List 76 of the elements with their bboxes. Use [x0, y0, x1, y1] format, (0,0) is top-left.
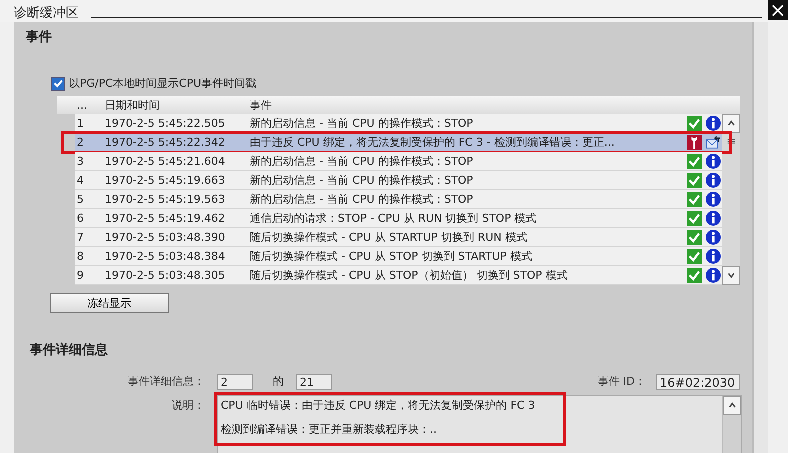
window-title: 诊断缓冲区 — [14, 5, 79, 22]
table-cell-text: 随后切换操作模式 - CPU 从 STOP（初始值） 切换到 STOP 模式 — [249, 268, 569, 282]
table-cell-text: 1970-2-5 5:03:48.305 — [104, 268, 226, 282]
description-line: CPU 临时错误：由于违反 CPU 绑定，将无法复制受保护的 FC 3 — [221, 398, 536, 414]
checkmark-icon — [687, 268, 702, 282]
table-cell-text: 1970-2-5 5:45:22.505 — [104, 116, 226, 130]
table-cell-text: 4 — [76, 174, 85, 186]
section-heading: 事件 — [26, 29, 52, 46]
info-icon — [706, 172, 721, 188]
description-line: 检测到编译错误：更正并重新装载程序块：.. — [221, 422, 438, 438]
info-icon — [706, 210, 721, 226]
table-row[interactable]: 8 1970-2-5 5:03:48.384 随后切换操作模式 - CPU 从 STOP 切换到 STARTUP 模式 — [75, 247, 722, 266]
checkmark-icon — [687, 172, 702, 188]
close-button[interactable]: × — [768, 0, 788, 20]
checkmark-icon — [687, 248, 702, 264]
scroll-down-icon[interactable] — [722, 266, 740, 285]
field-label: 的 — [273, 374, 284, 389]
table-cell-text: 随后切换操作模式 - CPU 从 STARTUP 切换到 RUN 模式 — [249, 230, 528, 244]
scrollbar[interactable] — [722, 114, 740, 285]
checkbox-label: 以PG/PC本地时间显示CPU事件时间戳 — [69, 76, 257, 91]
info-icon — [706, 192, 721, 206]
table-cell-text: 9 — [76, 268, 85, 282]
checkmark-icon — [687, 230, 702, 244]
table-cell-text: 6 — [76, 212, 85, 224]
table-cell-text: 1970-2-5 5:45:22.342 — [104, 136, 226, 148]
checkmark-icon — [687, 116, 702, 130]
table-cell-text: 1970-2-5 5:45:19.663 — [104, 174, 226, 186]
table-cell-text: 5 — [76, 192, 85, 206]
table-cell-text: 8 — [76, 250, 85, 262]
table-cell-text: 新的启动信息 - 当前 CPU 的操作模式：STOP — [249, 116, 474, 130]
table-row[interactable]: 9 1970-2-5 5:03:48.305 随后切换操作模式 - CPU 从 STOP（初始值） 切换到 STOP 模式 — [75, 266, 722, 285]
checkmark-icon — [687, 210, 702, 226]
total-field[interactable]: 21 — [296, 374, 332, 390]
checkbox[interactable] — [51, 76, 65, 90]
index-field[interactable]: 2 — [217, 374, 253, 390]
table-cell-text: 1970-2-5 5:03:48.384 — [104, 250, 226, 262]
table-cell-text: 3 — [76, 154, 85, 168]
table-cell-text: 1970-2-5 5:45:19.462 — [104, 212, 226, 224]
scroll-up-icon[interactable] — [722, 114, 740, 133]
info-icon — [706, 154, 721, 168]
event-id-field[interactable]: 16#02:2030 — [656, 374, 740, 390]
field-label: 说明： — [171, 398, 205, 413]
wrench-icon — [687, 134, 702, 150]
checkmark-icon — [687, 154, 702, 168]
table-cell-text: 2 — [76, 136, 85, 148]
table-cell-text: 1970-2-5 5:45:21.604 — [104, 154, 226, 168]
table-row[interactable]: 4 1970-2-5 5:45:19.663 新的启动信息 - 当前 CPU 的操作模式：STOP — [75, 171, 722, 190]
info-icon — [706, 116, 721, 130]
info-icon — [706, 230, 721, 244]
section-heading: 事件详细信息 — [30, 342, 108, 359]
table-cell-text: 1970-2-5 5:03:48.390 — [104, 230, 226, 244]
checkmark-icon — [687, 192, 702, 206]
column-header[interactable]: 日期和时间 — [100, 98, 245, 112]
table-cell-text: 随后切换操作模式 - CPU 从 STOP 切换到 STARTUP 模式 — [249, 248, 534, 264]
info-icon — [706, 268, 721, 282]
field-label: 事件 ID： — [598, 374, 646, 389]
field-label: 事件详细信息： — [127, 374, 205, 389]
freeze-button[interactable]: 冻结显示 — [50, 293, 169, 313]
table-cell-text: 1970-2-5 5:45:19.563 — [104, 192, 226, 206]
column-header[interactable]: 事件 — [245, 98, 683, 112]
table-row[interactable]: 6 1970-2-5 5:45:19.462 通信启动的请求：STOP - CPU 从 RUN 切换到 STOP 模式 — [75, 209, 722, 228]
table-cell-text: 新的启动信息 - 当前 CPU 的操作模式：STOP — [249, 172, 474, 188]
envelope-icon — [706, 134, 721, 150]
table-cell-text: 新的启动信息 - 当前 CPU 的操作模式：STOP — [249, 192, 474, 206]
table-cell-text: 新的启动信息 - 当前 CPU 的操作模式：STOP — [249, 154, 474, 168]
scroll-up-icon[interactable] — [723, 396, 741, 415]
table-cell-text: 通信启动的请求：STOP - CPU 从 RUN 切换到 STOP 模式 — [249, 210, 538, 226]
description-field[interactable]: CPU 临时错误：由于违反 CPU 绑定，将无法复制受保护的 FC 3 检测到编译错误：更正并重新装载程序块：.. — [217, 395, 742, 453]
table-row[interactable]: 5 1970-2-5 5:45:19.563 新的启动信息 - 当前 CPU 的操作模式：STOP — [75, 190, 722, 209]
info-icon — [706, 248, 721, 264]
table-cell-text: 由于违反 CPU 绑定，将无法复制受保护的 FC 3 - 检测到编译错误：更正... — [249, 134, 616, 150]
table-row[interactable]: 3 1970-2-5 5:45:21.604 新的启动信息 - 当前 CPU 的操作模式：STOP — [75, 152, 722, 171]
table-cell-text: 1 — [76, 116, 85, 130]
table-cell-text: 7 — [76, 230, 85, 244]
column-header[interactable]: ... — [75, 98, 100, 112]
table-row[interactable]: 7 1970-2-5 5:03:48.390 随后切换操作模式 - CPU 从 STARTUP 切换到 RUN 模式 — [75, 228, 722, 247]
